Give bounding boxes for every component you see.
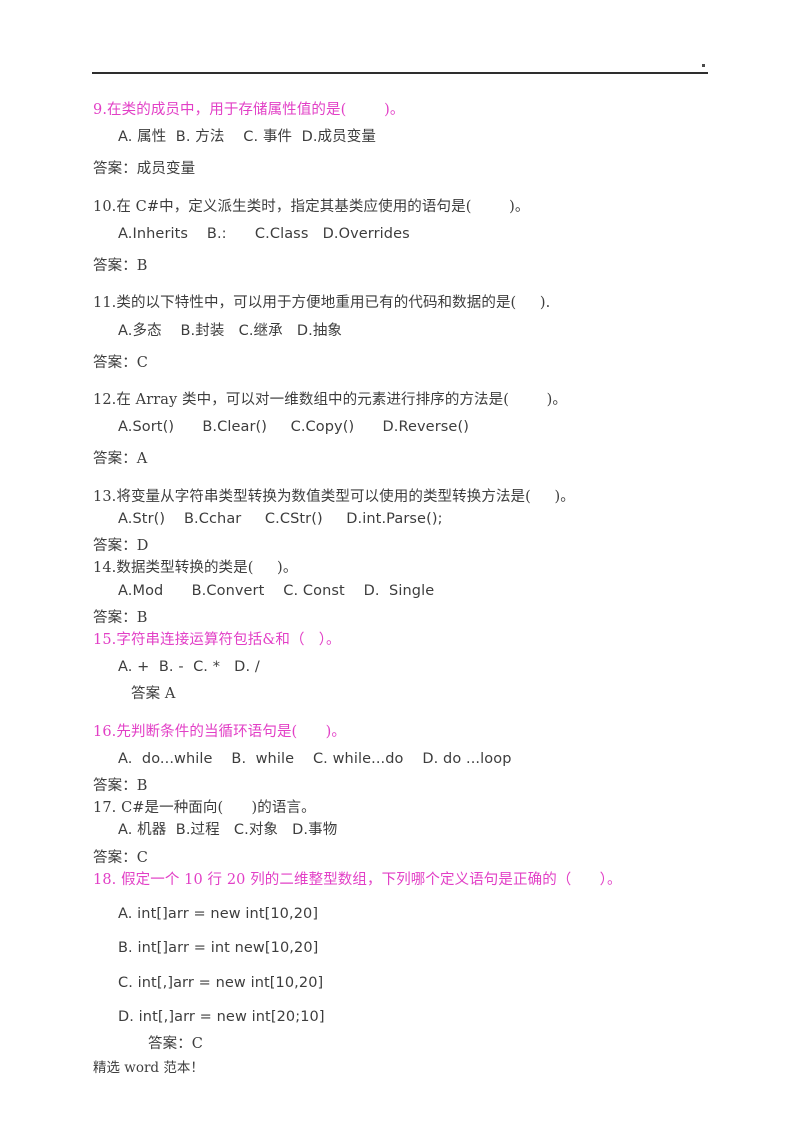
question-option-18-d: D. int[,]arr = new int[20;10] — [118, 1008, 325, 1025]
question-option-18-b: B. int[]arr = int new[10,20] — [118, 940, 319, 957]
question-stem-12: 12.在 Array 类中，可以对一维数组中的元素进行排序的方法是( )。 — [93, 391, 568, 408]
question-option-18-c: C. int[,]arr = new int[10,20] — [118, 974, 324, 991]
question-answer-11: 答案：C — [93, 354, 148, 371]
question-options-14: A.Mod B.Convert C. Const D. Single — [118, 582, 435, 599]
question-stem-9: 9.在类的成员中，用于存储属性值的是( )。 — [93, 102, 405, 118]
question-options-11: A.多态 B.封装 C.继承 D.抽象 — [118, 322, 343, 339]
question-options-16: A. do...while B. while C. while...do D. … — [118, 750, 512, 767]
question-options-9: A. 属性 B. 方法 C. 事件 D.成员变量 — [118, 129, 376, 146]
question-stem-14: 14.数据类型转换的类是( )。 — [93, 560, 298, 577]
question-stem-15: 15.字符串连接运算符包括&和（ ）。 — [93, 631, 341, 648]
document-content: 9.在类的成员中，用于存储属性值的是( )。 A. 属性 B. 方法 C. 事件… — [93, 102, 733, 1052]
question-options-10: A.Inherits B.: C.Class D.Overrides — [118, 225, 410, 242]
header-divider-rule — [92, 72, 708, 74]
question-stem-13: 13.将变量从字符串类型转换为数值类型可以使用的类型转换方法是( )。 — [93, 488, 575, 505]
question-answer-17: 答案：C — [93, 849, 148, 866]
question-answer-9: 答案：成员变量 — [93, 161, 196, 178]
question-answer-16: 答案：B — [93, 778, 148, 795]
question-options-13: A.Str() B.Cchar C.CStr() D.int.Parse(); — [118, 510, 443, 527]
question-answer-18: 答案：C — [148, 1036, 203, 1052]
question-options-15: A. + B. - C. * D. / — [118, 659, 260, 676]
question-option-18-a: A. int[]arr = new int[10,20] — [118, 906, 319, 923]
question-answer-13: 答案：D — [93, 538, 149, 555]
question-answer-15: 答案 A — [131, 686, 176, 703]
question-answer-10: 答案：B — [93, 258, 148, 275]
question-options-17: A. 机器 B.过程 C.对象 D.事物 — [118, 822, 338, 839]
document-page: 9.在类的成员中，用于存储属性值的是( )。 A. 属性 B. 方法 C. 事件… — [0, 0, 800, 1131]
footer-note: 精选 word 范本！ — [93, 1060, 204, 1076]
question-stem-10: 10.在 C#中，定义派生类时，指定其基类应使用的语句是( )。 — [93, 198, 530, 215]
question-answer-14: 答案：B — [93, 609, 148, 626]
question-stem-17: 17. C#是一种面向( )的语言。 — [93, 800, 316, 817]
question-stem-18: 18. 假定一个 10 行 20 列的二维整型数组，下列哪个定义语句是正确的（ … — [93, 871, 622, 888]
question-stem-11: 11.类的以下特性中，可以用于方便地重用已有的代码和数据的是( ). — [93, 295, 551, 312]
question-stem-16: 16.先判断条件的当循环语句是( )。 — [93, 723, 346, 740]
header-dot-mark — [702, 64, 705, 67]
question-options-12: A.Sort() B.Clear() C.Copy() D.Reverse() — [118, 419, 469, 436]
question-answer-12: 答案：A — [93, 451, 148, 468]
